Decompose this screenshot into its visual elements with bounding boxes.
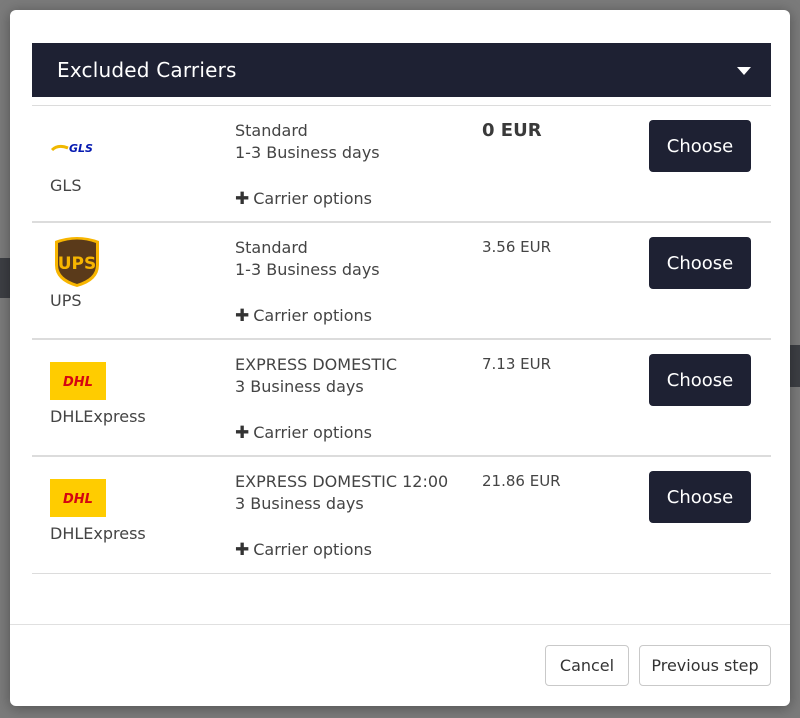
plus-icon: ✚ <box>235 306 250 326</box>
modal-footer: Cancel Previous step <box>10 624 790 706</box>
carrier-name: GLS <box>50 176 82 195</box>
delivery-days: 1-3 Business days <box>235 260 380 279</box>
carrier-name: DHLExpress <box>50 524 146 543</box>
choose-button[interactable]: Choose <box>649 471 751 523</box>
carrier-name: UPS <box>50 291 82 310</box>
background-bar <box>0 258 10 298</box>
price: 7.13 EUR <box>482 355 552 373</box>
service-name: Standard <box>235 121 308 140</box>
carrier-options-label: Carrier options <box>253 423 372 442</box>
service-info: EXPRESS DOMESTIC 12:00 3 Business days <box>235 471 448 515</box>
previous-step-button[interactable]: Previous step <box>639 645 771 686</box>
svg-text:DHL: DHL <box>63 492 93 507</box>
service-info: Standard 1-3 Business days <box>235 120 380 164</box>
choose-button[interactable]: Choose <box>649 354 751 406</box>
carrier-options-toggle[interactable]: ✚ Carrier options <box>235 423 372 443</box>
price: 0 EUR <box>482 120 542 141</box>
dhl-logo: DHL <box>50 362 106 404</box>
carrier-options-toggle[interactable]: ✚ Carrier options <box>235 189 372 209</box>
service-name: EXPRESS DOMESTIC <box>235 355 397 374</box>
plus-icon: ✚ <box>235 423 250 443</box>
carrier-row-dhlexpress: DHL DHLExpress EXPRESS DOMESTIC 3 Busine… <box>32 340 771 457</box>
service-info: EXPRESS DOMESTIC 3 Business days <box>235 354 397 398</box>
carrier-options-label: Carrier options <box>253 306 372 325</box>
delivery-days: 3 Business days <box>235 494 364 513</box>
carrier-options-toggle[interactable]: ✚ Carrier options <box>235 306 372 326</box>
carrier-options-label: Carrier options <box>253 540 372 559</box>
plus-icon: ✚ <box>235 540 250 560</box>
background-bar <box>790 345 800 387</box>
plus-icon: ✚ <box>235 189 250 209</box>
delivery-days: 1-3 Business days <box>235 143 380 162</box>
carrier-row-gls: GLS GLS Standard 1-3 Business days ✚ Carr… <box>32 106 771 223</box>
carrier-row-dhlexpress-1200: DHL DHLExpress EXPRESS DOMESTIC 12:00 3 … <box>32 457 771 574</box>
excluded-carriers-header[interactable]: Excluded Carriers <box>32 43 771 97</box>
choose-button[interactable]: Choose <box>649 120 751 172</box>
service-info: Standard 1-3 Business days <box>235 237 380 281</box>
cancel-button[interactable]: Cancel <box>545 645 629 686</box>
carrier-name: DHLExpress <box>50 407 146 426</box>
price: 21.86 EUR <box>482 472 561 490</box>
excluded-carriers-title: Excluded Carriers <box>57 58 237 82</box>
svg-text:UPS: UPS <box>58 254 97 274</box>
carrier-options-label: Carrier options <box>253 189 372 208</box>
choose-button[interactable]: Choose <box>649 237 751 289</box>
service-name: EXPRESS DOMESTIC 12:00 <box>235 472 449 491</box>
carrier-list: GLS GLS Standard 1-3 Business days ✚ Carr… <box>32 105 771 574</box>
gls-logo: GLS <box>50 140 98 160</box>
carrier-row-ups: UPS UPS Standard 1-3 Business days ✚ Carr… <box>32 223 771 340</box>
shipping-modal: Excluded Carriers GLS GLS Standard 1-3 B… <box>10 10 790 706</box>
carrier-options-toggle[interactable]: ✚ Carrier options <box>235 540 372 560</box>
service-name: Standard <box>235 238 308 257</box>
price: 3.56 EUR <box>482 238 552 256</box>
dhl-logo: DHL <box>50 479 106 521</box>
caret-down-icon[interactable] <box>737 67 751 75</box>
svg-text:DHL: DHL <box>63 375 93 390</box>
ups-logo: UPS <box>52 235 102 293</box>
delivery-days: 3 Business days <box>235 377 364 396</box>
svg-text:GLS: GLS <box>69 142 93 155</box>
